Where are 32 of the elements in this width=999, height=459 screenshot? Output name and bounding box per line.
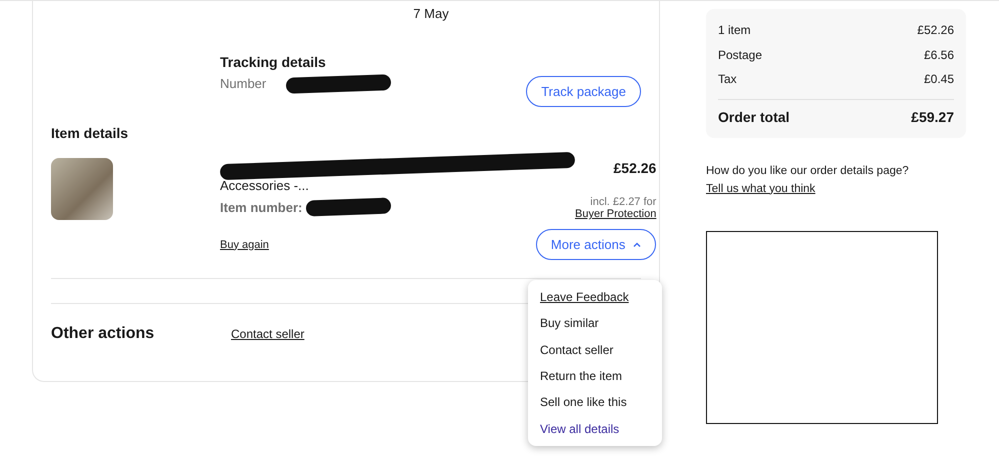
summary-value: £52.26	[917, 23, 954, 38]
buyer-protection-link[interactable]: Buyer Protection	[575, 208, 656, 220]
menu-item[interactable]: View all details	[528, 415, 662, 442]
total-label: Order total	[718, 108, 790, 126]
summary-label: Tax	[718, 72, 737, 86]
summary-label: 1 item	[718, 23, 751, 38]
tracking-title: Tracking details	[220, 54, 327, 70]
summary-label: Postage	[718, 48, 762, 62]
buy-again-link[interactable]: Buy again	[220, 238, 269, 250]
menu-item[interactable]: Return the item	[528, 362, 662, 390]
item-price: £52.26	[614, 160, 656, 176]
summary-value: £6.56	[924, 48, 954, 62]
item-title: Accessories -...	[220, 178, 310, 193]
protection-note: incl. £2.27 for	[590, 196, 656, 208]
more-actions-button[interactable]: More actions	[536, 229, 656, 260]
other-actions-title: Other actions	[51, 325, 156, 343]
feedback-link[interactable]: Tell us what you think	[706, 182, 816, 194]
feedback-question: How do you like our order details page?	[706, 164, 910, 176]
chevron-icon	[633, 242, 642, 247]
photo-placeholder	[51, 158, 113, 220]
summary-value: £0.45	[924, 72, 954, 86]
number-label: Number	[220, 76, 266, 91]
item-details-title: Item details	[51, 125, 130, 141]
total-value: £59.27	[911, 108, 954, 126]
item-number-label: Item number:	[220, 200, 302, 214]
menu-item[interactable]: Buy similar	[528, 310, 662, 337]
track-package-button[interactable]: Track package	[526, 76, 641, 107]
delivery-date: 7 May	[413, 6, 449, 21]
contact-seller-link[interactable]: Contact seller	[231, 327, 304, 341]
menu-item[interactable]: Contact seller	[528, 336, 662, 363]
menu-item[interactable]: Leave Feedback	[528, 284, 662, 310]
menu-item[interactable]: Sell one like this	[528, 389, 662, 416]
